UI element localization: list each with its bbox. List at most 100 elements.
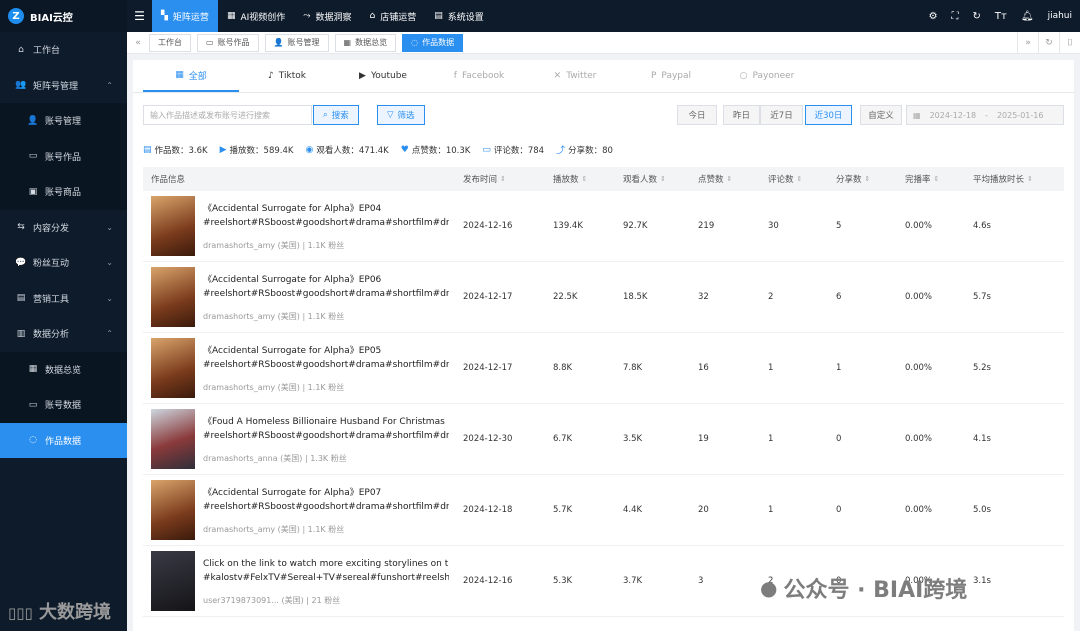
sort-icon[interactable]: ⇕: [865, 175, 871, 183]
cell-completion: 0.00%: [905, 221, 933, 231]
shop-icon: ⌂: [369, 11, 376, 21]
platform-tab-label: Facebook: [461, 71, 505, 81]
column-header-0[interactable]: 作品信息: [143, 173, 455, 185]
filter-button[interactable]: ▽ 筛选: [377, 105, 425, 125]
video-thumbnail[interactable]: [151, 267, 195, 327]
tab-2[interactable]: 👤 账号管理: [264, 33, 329, 52]
platform-tab-label: Payoneer: [752, 71, 795, 81]
video-thumbnail[interactable]: [151, 409, 195, 469]
sidebar-item-4[interactable]: ▣ 账号商品: [0, 174, 127, 210]
platform-tab-0[interactable]: ▦ 全部: [143, 60, 239, 92]
sidebar-item-0[interactable]: ⌂ 工作台: [0, 32, 127, 68]
sort-icon[interactable]: ⇕: [727, 175, 733, 183]
search-button[interactable]: ⌕ 搜索: [313, 105, 359, 125]
platform-tab-1[interactable]: ♪ Tiktok: [239, 60, 335, 92]
stat-label: 分享数：80: [568, 145, 613, 156]
tab-1[interactable]: ▭ 账号作品: [197, 33, 259, 52]
work-title[interactable]: 《Accidental Surrogate for Alpha》EP06: [203, 273, 449, 287]
date-button-0[interactable]: 今日: [677, 105, 717, 125]
fullscreen-icon[interactable]: ⛶: [952, 11, 959, 22]
top-nav-item-0[interactable]: ▚ 矩阵运营: [152, 0, 218, 32]
column-header-5[interactable]: 评论数 ⇕: [760, 173, 828, 185]
top-nav-item-2[interactable]: ⤳ 数据洞察: [294, 0, 360, 32]
tab-close-all-icon[interactable]: ⌷: [1059, 31, 1080, 54]
sort-icon[interactable]: ⇕: [500, 175, 506, 183]
column-header-3[interactable]: 观看人数 ⇕: [615, 173, 690, 185]
top-nav-item-3[interactable]: ⌂ 店铺运营: [360, 0, 425, 32]
tabs-scroll-right-icon[interactable]: »: [1017, 31, 1038, 54]
column-header-1[interactable]: 发布时间 ⇕: [455, 173, 545, 185]
tab-0[interactable]: 工作台: [149, 33, 191, 52]
user-name[interactable]: jiahui: [1048, 11, 1072, 21]
font-size-icon[interactable]: Tт: [995, 11, 1007, 22]
sidebar-item-1[interactable]: 👥 矩阵号管理 ⌃: [0, 68, 127, 104]
tab-4[interactable]: ◌ 作品数据: [402, 33, 464, 52]
sidebar-item-label: 矩阵号管理: [33, 81, 79, 92]
settings-icon[interactable]: ⚙: [929, 11, 938, 22]
cell-likes: 20: [698, 505, 709, 515]
tab-label: 作品数据: [422, 38, 455, 47]
cell-comments: 1: [768, 505, 774, 515]
sidebar-item-10[interactable]: ▭ 账号数据: [0, 387, 127, 423]
date-button-1[interactable]: 昨日: [723, 105, 760, 125]
sidebar-item-7[interactable]: ▤ 营销工具 ⌄: [0, 281, 127, 317]
column-header-6[interactable]: 分享数 ⇕: [828, 173, 897, 185]
date-button-3[interactable]: 近30日: [805, 105, 852, 125]
table-row[interactable]: 《Accidental Surrogate for Alpha》EP04 #ree…: [143, 191, 1064, 262]
video-thumbnail[interactable]: [151, 480, 195, 540]
work-title[interactable]: 《Accidental Surrogate for Alpha》EP05: [203, 344, 449, 358]
platform-tab-6[interactable]: ○ Payoneer: [719, 60, 815, 92]
app-logo[interactable]: Z BIAI云控: [0, 0, 127, 32]
search-input[interactable]: 输入作品描述或发布账号进行搜索: [143, 105, 312, 125]
menu-toggle-icon[interactable]: ☰: [127, 9, 152, 23]
sort-icon[interactable]: ⇕: [660, 175, 666, 183]
tabs-scroll-left-icon[interactable]: «: [127, 38, 149, 48]
sidebar-item-3[interactable]: ▭ 账号作品: [0, 138, 127, 174]
video-thumbnail[interactable]: [151, 551, 195, 611]
top-nav-item-1[interactable]: ▦ AI视频创作: [218, 0, 294, 32]
sort-icon[interactable]: ⇕: [1027, 175, 1033, 183]
sort-icon[interactable]: ⇕: [582, 175, 588, 183]
platform-tab-5[interactable]: P Paypal: [623, 60, 719, 92]
platform-tab-3[interactable]: f Facebook: [431, 60, 527, 92]
chevron-icon: ⌄: [106, 293, 113, 303]
work-title[interactable]: 《Foud A Homeless Billionaire Husband For…: [203, 415, 449, 429]
sidebar-item-11[interactable]: ◌ 作品数据: [0, 422, 127, 458]
cell-date: 2024-12-30: [463, 434, 513, 444]
cell-completion: 0.00%: [905, 434, 933, 444]
table-row[interactable]: 《Foud A Homeless Billionaire Husband For…: [143, 404, 1064, 475]
works-table: 作品信息 发布时间 ⇕ 播放数 ⇕ 观看人数 ⇕ 点赞数 ⇕ 评论数 ⇕ 分享数 ⇕ 完播率 ⇕ 平均播放时长…: [143, 167, 1064, 617]
tab-3[interactable]: ▦ 数据总览: [334, 33, 397, 52]
account-data-icon: ▭: [28, 399, 38, 410]
sort-icon[interactable]: ⇕: [934, 175, 940, 183]
table-body: 《Accidental Surrogate for Alpha》EP04 #ree…: [143, 191, 1064, 617]
sidebar-item-8[interactable]: ▥ 数据分析 ⌃: [0, 316, 127, 352]
sidebar-item-9[interactable]: ▦ 数据总览: [0, 351, 127, 387]
work-title[interactable]: 《Accidental Surrogate for Alpha》EP07: [203, 486, 449, 500]
sidebar-item-6[interactable]: 💬 粉丝互动 ⌄: [0, 245, 127, 281]
tab-refresh-icon[interactable]: ↻: [1038, 31, 1059, 54]
column-header-7[interactable]: 完播率 ⇕: [897, 173, 965, 185]
platform-tab-2[interactable]: ▶ Youtube: [335, 60, 431, 92]
sidebar-item-5[interactable]: ⇆ 内容分发 ⌄: [0, 210, 127, 246]
refresh-icon[interactable]: ↻: [973, 11, 981, 22]
work-title[interactable]: 《Accidental Surrogate for Alpha》EP04: [203, 202, 449, 216]
date-range-picker[interactable]: ▦ 2024-12-18 - 2025-01-16: [906, 105, 1064, 125]
date-button-4[interactable]: 自定义: [860, 105, 902, 125]
work-account: dramashorts_anna (美国) | 1.3K 粉丝: [203, 453, 347, 463]
sort-icon[interactable]: ⇕: [797, 175, 803, 183]
video-thumbnail[interactable]: [151, 196, 195, 256]
column-header-4[interactable]: 点赞数 ⇕: [690, 173, 760, 185]
table-row[interactable]: 《Accidental Surrogate for Alpha》EP07 #ree…: [143, 475, 1064, 546]
platform-tab-4[interactable]: ✕ Twitter: [527, 60, 623, 92]
sidebar-item-2[interactable]: 👤 账号管理: [0, 103, 127, 139]
column-header-2[interactable]: 播放数 ⇕: [545, 173, 615, 185]
work-title[interactable]: Click on the link to watch more exciting…: [203, 557, 449, 571]
column-header-8[interactable]: 平均播放时长 ⇕: [965, 173, 1064, 185]
video-thumbnail[interactable]: [151, 338, 195, 398]
bell-icon[interactable]: 🔔︎: [1021, 11, 1034, 22]
top-nav-item-4[interactable]: ▤ 系统设置: [425, 0, 493, 32]
table-row[interactable]: 《Accidental Surrogate for Alpha》EP06 #ree…: [143, 262, 1064, 333]
date-button-2[interactable]: 近7日: [760, 105, 803, 125]
table-row[interactable]: 《Accidental Surrogate for Alpha》EP05 #ree…: [143, 333, 1064, 404]
